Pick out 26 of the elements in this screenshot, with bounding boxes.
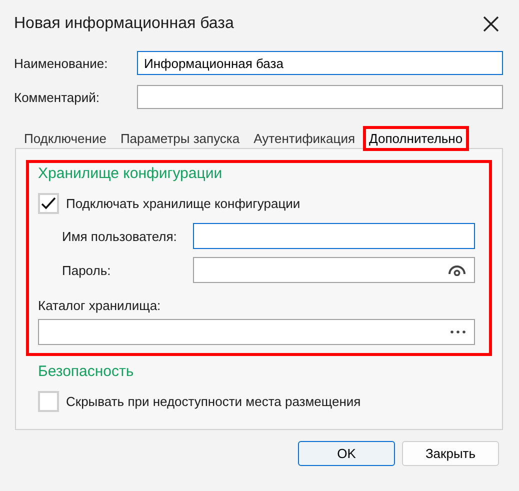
checkbox-label: Скрывать при недоступности места размещения [66,394,361,408]
input-field[interactable] [193,223,475,249]
checkbox[interactable] [38,390,59,412]
close-icon[interactable] [481,14,501,34]
dialog-button[interactable]: Закрыть [402,441,499,466]
input-field[interactable]: Информационная база [137,51,503,75]
input-field[interactable] [137,85,503,109]
tab[interactable]: Параметры запуска [114,126,246,151]
more-icon[interactable] [450,330,466,334]
section-title: Безопасность [38,363,134,380]
window-title: Новая информационная база [14,15,234,33]
checkbox-label: Подключать хранилище конфигурации [66,196,300,210]
field-label: Пароль: [62,262,112,278]
field-label: Имя пользователя: [62,228,178,244]
dialog-button[interactable]: OK [298,441,395,466]
password-field[interactable] [193,257,475,283]
field-label: Каталог хранилища: [38,298,161,313]
tab[interactable]: Подключение [18,126,112,151]
tab[interactable]: Дополнительно [363,126,469,151]
tab[interactable]: Аутентификация [248,126,362,151]
eye-icon[interactable] [448,264,466,276]
field-label: Комментарий: [14,90,100,104]
path-field[interactable] [38,319,475,345]
section-title: Хранилище конфигурации [38,165,222,182]
checkbox[interactable] [38,192,59,214]
field-label: Наименование: [14,56,109,70]
